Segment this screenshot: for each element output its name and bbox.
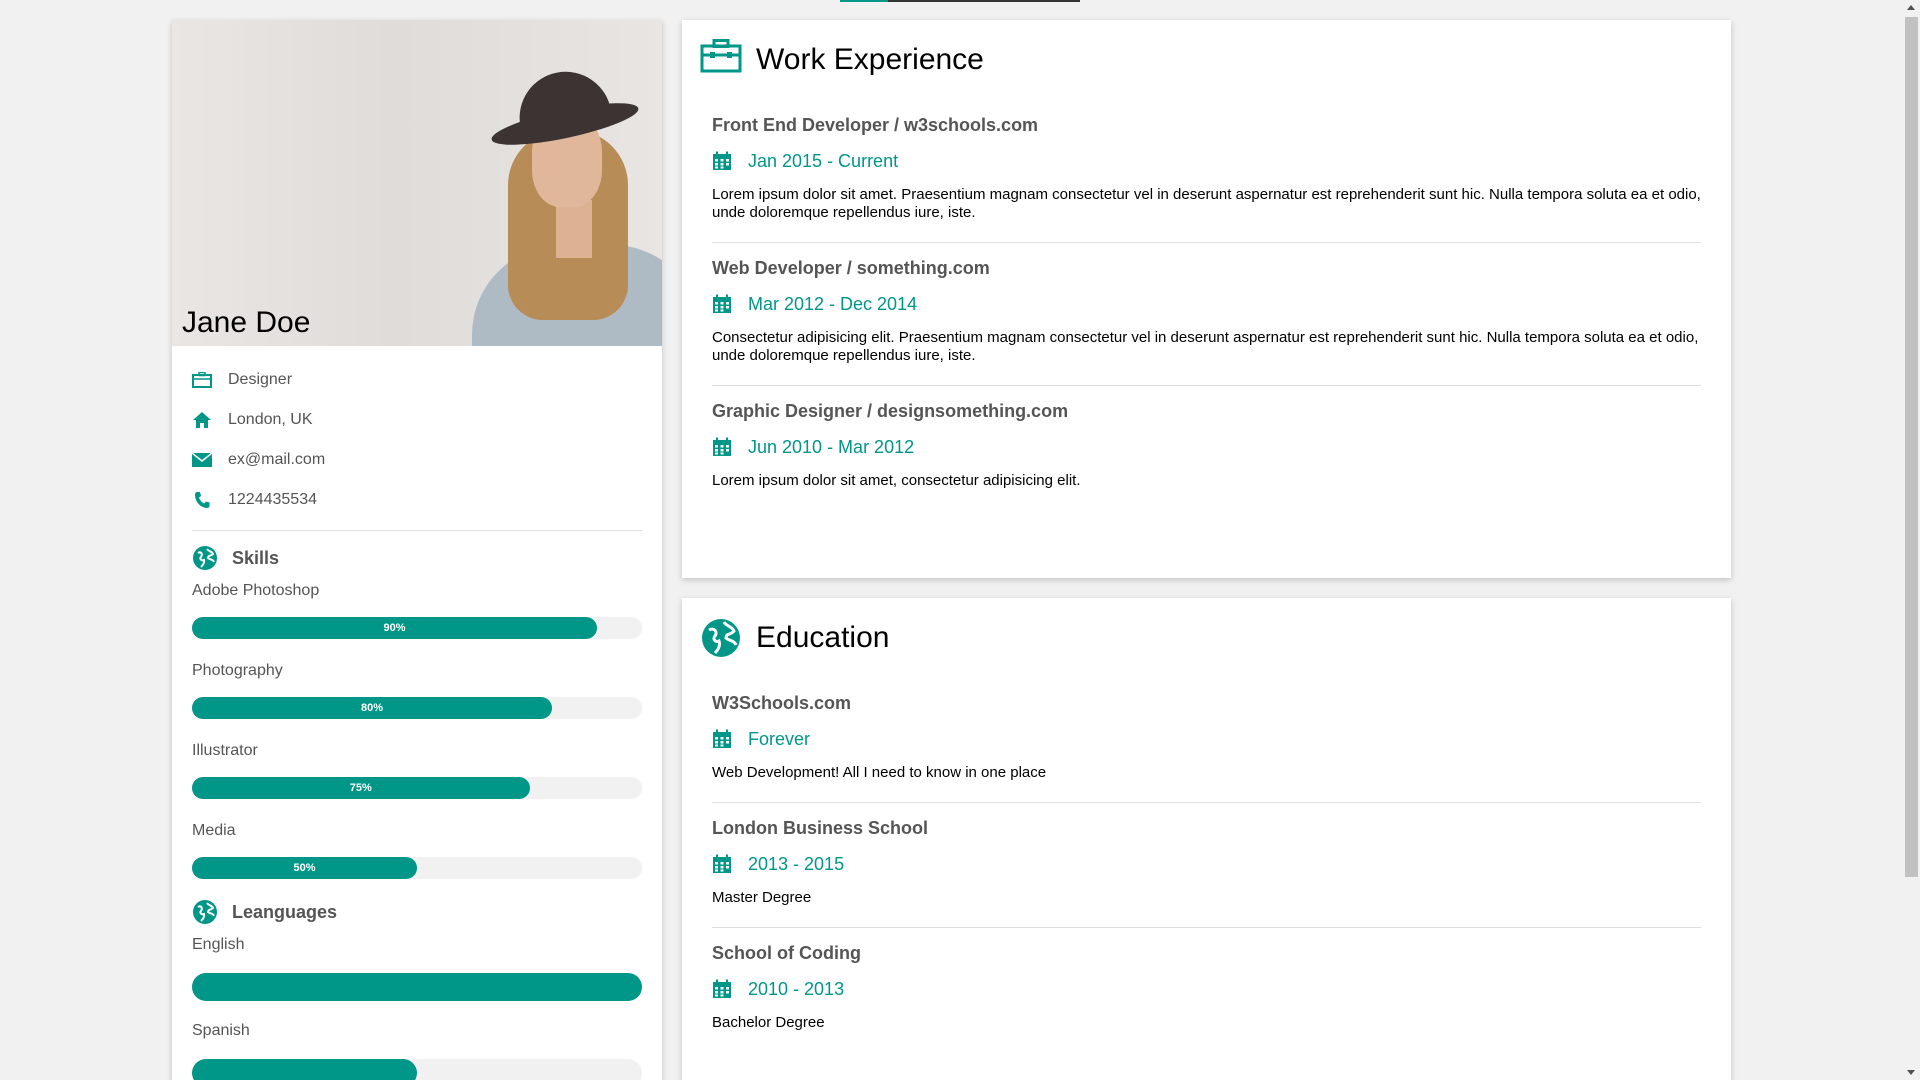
skill-percent-text: 80% xyxy=(360,702,384,714)
education-entry-date: 2013 - 2015 xyxy=(712,843,1701,885)
globe-icon xyxy=(700,617,742,659)
skill-bar: 80% xyxy=(192,697,642,719)
work-entry-description: Consectetur adipisicing elit. Praesentiu… xyxy=(712,329,1699,364)
work-entry-title: Web Developer / something.com xyxy=(712,258,990,278)
calendar-icon xyxy=(712,151,732,171)
skill-bar: 50% xyxy=(192,857,642,879)
skill-item: Photography 80% xyxy=(192,657,642,719)
education-entry-description: Bachelor Degree xyxy=(712,1014,825,1031)
scroll-up-arrow-icon[interactable] xyxy=(1907,5,1915,10)
skill-bar-fill: 80% xyxy=(192,697,552,719)
language-bar-fill xyxy=(192,973,642,1001)
skill-percent-text: 75% xyxy=(349,782,372,794)
skill-bar: 75% xyxy=(192,777,642,799)
language-bar xyxy=(192,1059,642,1080)
education-entry-title: London Business School xyxy=(712,818,929,838)
skill-item: Adobe Photoshop 90% xyxy=(192,577,642,639)
work-entry: Web Developer / something.com Mar 2012 -… xyxy=(712,243,1701,386)
work-entry-date-text: Jan 2015 - Current xyxy=(748,150,899,171)
envelope-icon xyxy=(192,450,212,470)
education-entry-date-text: Forever xyxy=(748,728,811,749)
language-label: Spanish xyxy=(192,1022,250,1039)
profile-phone-row: 1224435534 xyxy=(192,480,642,520)
education-entry-title: W3Schools.com xyxy=(712,693,852,713)
profile-name: Jane Doe xyxy=(182,306,311,339)
vertical-scrollbar[interactable] xyxy=(1903,0,1920,1080)
skill-label: Illustrator xyxy=(192,742,258,759)
skills-heading-label: Skills xyxy=(232,547,280,568)
profile-email-row: ex@mail.com xyxy=(192,440,642,480)
skill-bar-fill: 50% xyxy=(192,857,417,879)
profile-title: Designer xyxy=(228,371,293,388)
work-entry-date: Jan 2015 - Current xyxy=(712,140,1701,182)
language-label: English xyxy=(192,936,245,953)
scrollbar-thumb[interactable] xyxy=(1905,17,1918,877)
profile-location-row: London, UK xyxy=(192,400,642,440)
language-bar-fill xyxy=(192,1059,417,1080)
phone-icon xyxy=(192,490,212,510)
work-entry-title: Front End Developer / w3schools.com xyxy=(712,115,1039,135)
briefcase-icon xyxy=(192,370,212,390)
calendar-icon xyxy=(712,979,732,999)
education-entry-date-text: 2010 - 2013 xyxy=(748,978,845,999)
education-entry: School of Coding 2010 - 2013 Bachelor De… xyxy=(712,928,1701,1032)
education-title: Education xyxy=(682,598,1731,678)
briefcase-icon xyxy=(700,39,742,81)
language-bar xyxy=(192,973,642,1001)
work-entry-date-text: Jun 2010 - Mar 2012 xyxy=(748,436,915,457)
work-experience-heading: Work Experience xyxy=(756,43,984,76)
calendar-icon xyxy=(712,729,732,749)
education-entry: W3Schools.com Forever Web Development! A… xyxy=(712,678,1701,803)
work-experience-card: Work Experience Front End Developer / w3… xyxy=(682,20,1731,578)
skill-bar-fill: 75% xyxy=(192,777,530,799)
profile-photo: Jane Doe xyxy=(172,20,662,346)
globe-icon xyxy=(192,545,218,571)
skill-bar-fill: 90% xyxy=(192,617,597,639)
skill-percent-text: 50% xyxy=(293,862,316,874)
education-heading: Education xyxy=(756,621,890,654)
skill-label: Media xyxy=(192,822,236,839)
skill-label: Photography xyxy=(192,662,283,679)
skill-item: Illustrator 75% xyxy=(192,737,642,799)
calendar-icon xyxy=(712,854,732,874)
skill-label: Adobe Photoshop xyxy=(192,582,320,599)
calendar-icon xyxy=(712,294,732,314)
home-icon xyxy=(192,410,212,430)
skills-heading: Skills xyxy=(192,543,642,573)
profile-email[interactable]: ex@mail.com xyxy=(228,451,325,469)
language-item: English xyxy=(192,931,642,1001)
education-card: Education W3Schools.com Forever Web Deve… xyxy=(682,598,1731,1080)
work-entry-description: Lorem ipsum dolor sit amet. Praesentium … xyxy=(712,186,1701,221)
profile-location: London, UK xyxy=(228,411,313,428)
education-entry-description: Master Degree xyxy=(712,889,812,906)
profile-title-row: Designer xyxy=(192,360,642,400)
skill-percent-text: 90% xyxy=(383,622,406,634)
top-progress-line xyxy=(840,0,1080,2)
education-entry: London Business School 2013 - 2015 Maste… xyxy=(712,803,1701,928)
skill-item: Media 50% xyxy=(192,817,642,879)
profile-card: Jane Doe Designer London, UK ex@mail.com… xyxy=(172,20,662,1080)
education-entry-date: 2010 - 2013 xyxy=(712,968,1701,1010)
work-entry-title: Graphic Designer / designsomething.com xyxy=(712,401,1069,421)
profile-phone[interactable]: 1224435534 xyxy=(228,491,317,509)
education-entry-date: Forever xyxy=(712,718,1701,760)
work-experience-title: Work Experience xyxy=(682,20,1731,100)
work-entry-description: Lorem ipsum dolor sit amet, consectetur … xyxy=(712,472,1081,489)
education-entry-date-text: 2013 - 2015 xyxy=(748,853,845,874)
work-entry: Front End Developer / w3schools.com Jan … xyxy=(712,100,1701,243)
profile-divider xyxy=(192,530,642,531)
work-entry: Graphic Designer / designsomething.com J… xyxy=(712,386,1701,490)
languages-heading-label: Leanguages xyxy=(232,901,338,922)
scroll-down-arrow-icon[interactable] xyxy=(1907,1070,1915,1075)
skill-bar: 90% xyxy=(192,617,642,639)
work-entry-date-text: Mar 2012 - Dec 2014 xyxy=(748,293,918,314)
calendar-icon xyxy=(712,437,732,457)
work-entry-date: Mar 2012 - Dec 2014 xyxy=(712,283,1701,325)
education-entry-description: Web Development! All I need to know in o… xyxy=(712,764,1047,781)
languages-heading: Leanguages xyxy=(192,897,642,927)
language-item: Spanish xyxy=(192,1017,642,1080)
globe-icon xyxy=(192,899,218,925)
work-entry-date: Jun 2010 - Mar 2012 xyxy=(712,426,1701,468)
education-entry-title: School of Coding xyxy=(712,943,861,963)
